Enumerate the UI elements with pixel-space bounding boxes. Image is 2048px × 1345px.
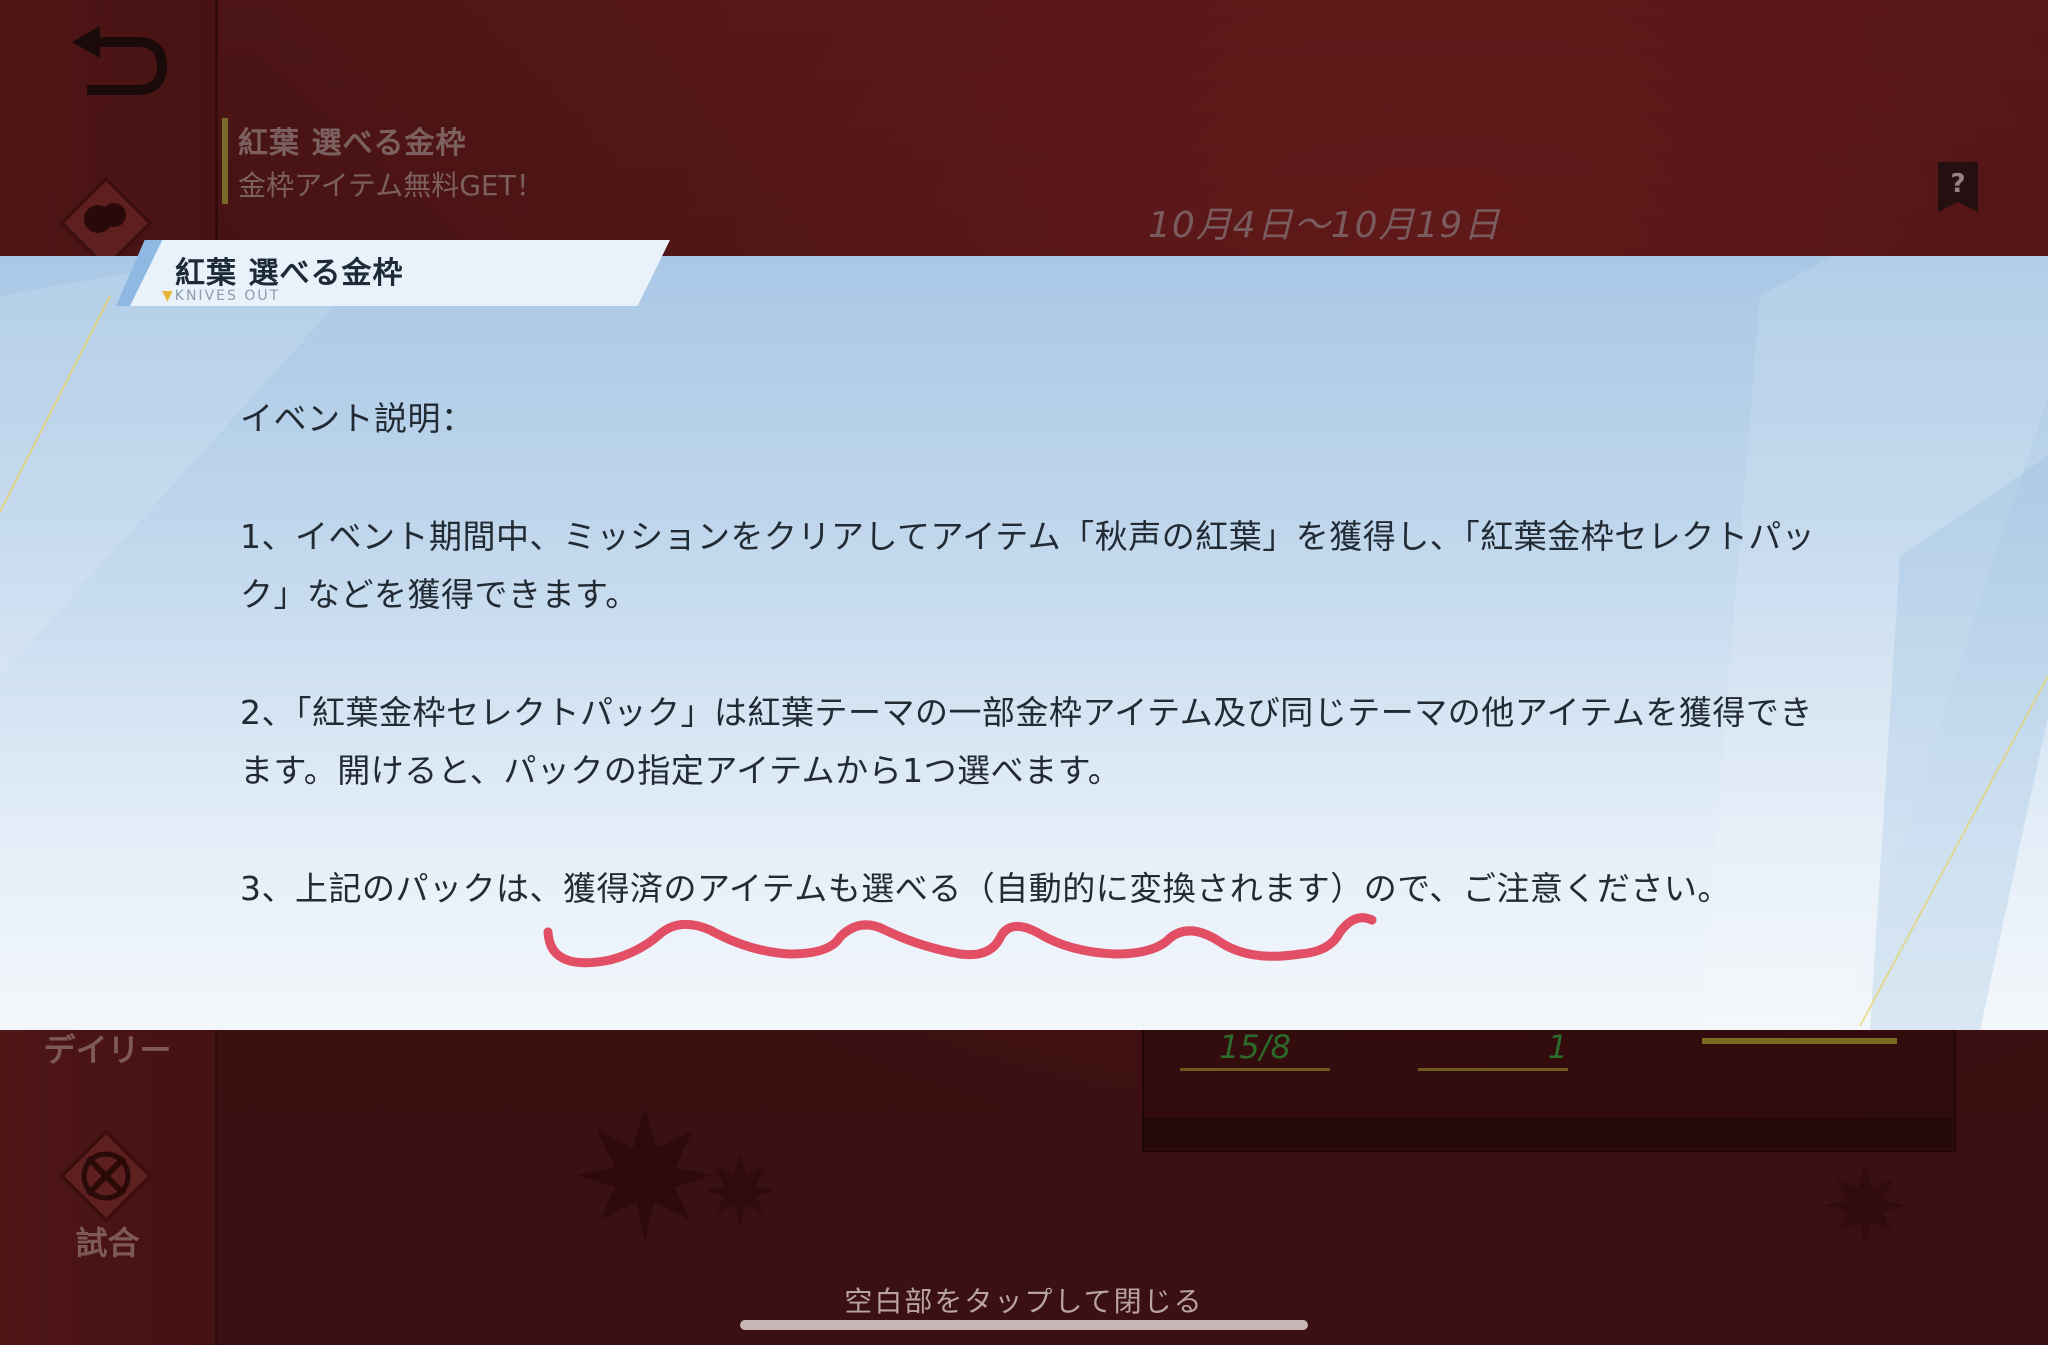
modal-title: 紅葉 選べる金枠 bbox=[175, 256, 404, 291]
maple-leaf-icon bbox=[577, 1107, 713, 1243]
event-subtitle: 金枠アイテム無料GET！ bbox=[238, 169, 544, 202]
reward-slot[interactable]: 15/8 bbox=[1180, 1028, 1330, 1071]
home-indicator[interactable] bbox=[740, 1320, 1308, 1330]
description-heading: イベント説明： bbox=[240, 399, 475, 438]
reward-progress-strip bbox=[1142, 1118, 1952, 1148]
claim-button[interactable] bbox=[1702, 1028, 1897, 1044]
back-arrow-icon[interactable] bbox=[62, 22, 172, 102]
event-description: イベント説明： 1、イベント期間中、ミッションをクリアしてアイテム「秋声の紅葉」… bbox=[240, 390, 1820, 978]
description-item: 1、イベント期間中、ミッションをクリアしてアイテム「秋声の紅葉」を獲得し、「紅葉… bbox=[240, 517, 1816, 614]
description-item: 3、上記のパックは、獲得済のアイテムも選べる（自動的に変換されます）ので、ご注意… bbox=[240, 869, 1731, 908]
handwritten-underline bbox=[543, 913, 1377, 968]
maple-leaf-icon bbox=[704, 1154, 776, 1226]
maple-leaf-icon bbox=[1824, 1164, 1906, 1246]
svg-text:?: ? bbox=[1950, 169, 1965, 199]
event-period: 10月4日〜10月19日 bbox=[1148, 205, 1501, 246]
crossed-swords-icon[interactable] bbox=[58, 1128, 154, 1224]
description-item: 2、「紅葉金枠セレクトパック」は紅葉テーマの一部金枠アイテム及び同じテーマの他ア… bbox=[240, 693, 1813, 790]
help-icon[interactable]: ? bbox=[1938, 162, 1978, 212]
reward-slot[interactable]: 1 bbox=[1418, 1028, 1568, 1071]
brand-label: ▼KNIVES OUT bbox=[162, 288, 281, 304]
event-title: 紅葉 選べる金枠 bbox=[238, 126, 467, 161]
close-hint[interactable]: 空白部をタップして閉じる bbox=[0, 1280, 2048, 1320]
sidebar-item-match[interactable]: 試合 bbox=[0, 1218, 215, 1264]
event-header: 紅葉 選べる金枠 金枠アイテム無料GET！ bbox=[222, 118, 544, 204]
sidebar-item-daily[interactable]: デイリー bbox=[0, 1025, 215, 1071]
